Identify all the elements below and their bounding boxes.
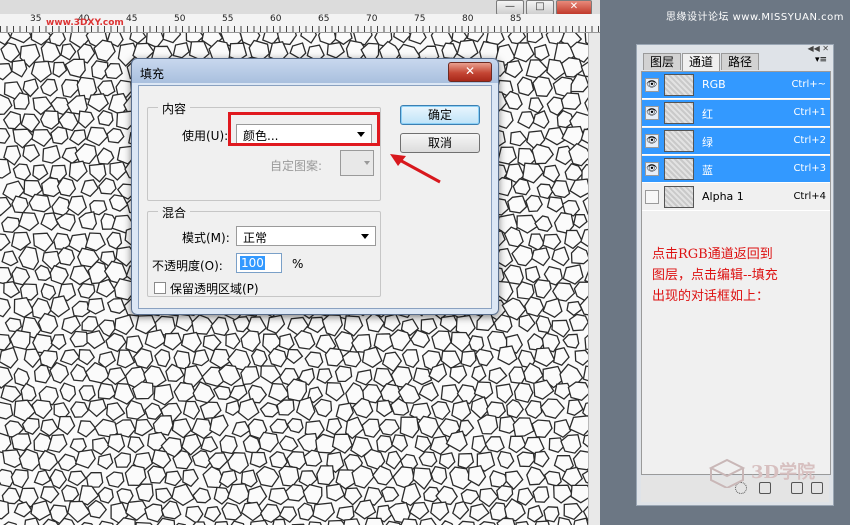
panel-tabs: 图层 通道 路径 xyxy=(643,53,760,71)
opacity-input-value: 100 xyxy=(240,256,265,270)
ruler-label: 75 xyxy=(414,14,426,24)
fill-dialog: 填充 ✕ 内容 使用(U): 颜色... 自定图案: 混合 模式(M): 正常 … xyxy=(131,58,499,315)
channel-thumbnail xyxy=(664,74,694,96)
restore-button[interactable]: □ xyxy=(526,0,554,15)
site-header-watermark: 思缘设计论坛 www.MISSYUAN.com xyxy=(665,12,844,23)
channel-thumbnail xyxy=(664,102,694,124)
channel-shortcut: Ctrl+2 xyxy=(793,135,826,146)
custom-pattern-label: 自定图案: xyxy=(270,159,323,173)
channel-row-red[interactable]: 👁 红 Ctrl+1 xyxy=(642,100,830,127)
minimize-button[interactable]: — xyxy=(496,0,524,15)
mode-select[interactable]: 正常 xyxy=(236,226,376,246)
channel-name: Alpha 1 xyxy=(702,190,744,203)
chevron-down-icon xyxy=(364,161,370,165)
preserve-transparency-checkbox[interactable] xyxy=(154,282,166,294)
channel-thumbnail xyxy=(664,186,694,208)
use-label: 使用(U): xyxy=(182,129,229,143)
blend-group: 混合 模式(M): 正常 不透明度(O): 100 % 保留透明区域(P) xyxy=(147,204,381,297)
opacity-input[interactable]: 100 xyxy=(236,253,282,273)
channel-shortcut: Ctrl+4 xyxy=(793,191,826,202)
channel-row-green[interactable]: 👁 绿 Ctrl+2 xyxy=(642,128,830,155)
ruler-label: 60 xyxy=(270,14,282,24)
chevron-down-icon xyxy=(361,234,369,239)
ruler-label: 85 xyxy=(510,14,522,24)
red-arrow-annotation xyxy=(390,154,441,184)
channel-row-blue[interactable]: 👁 蓝 Ctrl+3 xyxy=(642,156,830,183)
window-controls: — □ ✕ xyxy=(496,0,592,15)
channel-name: 蓝 xyxy=(702,164,713,177)
channel-name: 绿 xyxy=(702,136,713,149)
tab-layers[interactable]: 图层 xyxy=(643,53,682,70)
blend-group-label: 混合 xyxy=(158,204,191,221)
opacity-label: 不透明度(O): xyxy=(152,259,223,273)
vertical-scrollbar[interactable] xyxy=(588,33,600,525)
eye-icon-hidden[interactable] xyxy=(645,190,659,204)
tab-channels[interactable]: 通道 xyxy=(682,53,721,71)
ruler-label: 50 xyxy=(174,14,186,24)
custom-pattern-picker[interactable] xyxy=(340,150,374,176)
channel-shortcut: Ctrl+~ xyxy=(791,79,826,90)
tab-paths[interactable]: 路径 xyxy=(721,53,760,70)
mode-select-value: 正常 xyxy=(243,231,268,245)
channel-name: 红 xyxy=(702,108,713,121)
3d-college-logo: 3D学院 xyxy=(708,458,815,488)
red-highlight-box xyxy=(228,112,380,146)
channel-row-rgb[interactable]: 👁 RGB Ctrl+~ xyxy=(642,72,830,99)
contents-group-label: 内容 xyxy=(158,100,191,117)
ruler-label: 35 xyxy=(30,14,42,24)
channel-thumbnail xyxy=(664,158,694,180)
logo-text: 3D学院 xyxy=(751,461,815,483)
ruler-label: 65 xyxy=(318,14,330,24)
opacity-unit: % xyxy=(292,257,304,271)
ruler-label: 70 xyxy=(366,14,378,24)
dialog-title: 填充 xyxy=(140,67,165,81)
mode-label: 模式(M): xyxy=(182,231,230,245)
ok-button[interactable]: 确定 xyxy=(400,105,480,125)
channel-shortcut: Ctrl+1 xyxy=(793,107,826,118)
eye-icon[interactable]: 👁 xyxy=(645,162,659,176)
eye-icon[interactable]: 👁 xyxy=(645,106,659,120)
channel-shortcut: Ctrl+3 xyxy=(793,163,826,174)
canvas-watermark: www.3DXY.com xyxy=(46,18,124,28)
close-window-button[interactable]: ✕ xyxy=(556,0,592,15)
ruler-label: 45 xyxy=(126,14,138,24)
dialog-close-button[interactable]: ✕ xyxy=(448,62,492,82)
annotation-note: 点击RGB通道返回到图层，点击编辑--填充 出现的对话框如上： xyxy=(652,247,778,304)
eye-icon[interactable]: 👁 xyxy=(645,78,659,92)
eye-icon[interactable]: 👁 xyxy=(645,134,659,148)
ruler-label: 55 xyxy=(222,14,234,24)
channel-name: RGB xyxy=(702,78,726,91)
preserve-transparency-label: 保留透明区域(P) xyxy=(170,282,259,296)
ruler-label: 80 xyxy=(462,14,474,24)
panel-menu-icon[interactable]: ▾≡ xyxy=(815,55,827,65)
panel-collapse-controls[interactable]: ◀◀ ✕ xyxy=(807,44,829,53)
channel-row-alpha1[interactable]: Alpha 1 Ctrl+4 xyxy=(642,184,830,211)
channel-thumbnail xyxy=(664,130,694,152)
